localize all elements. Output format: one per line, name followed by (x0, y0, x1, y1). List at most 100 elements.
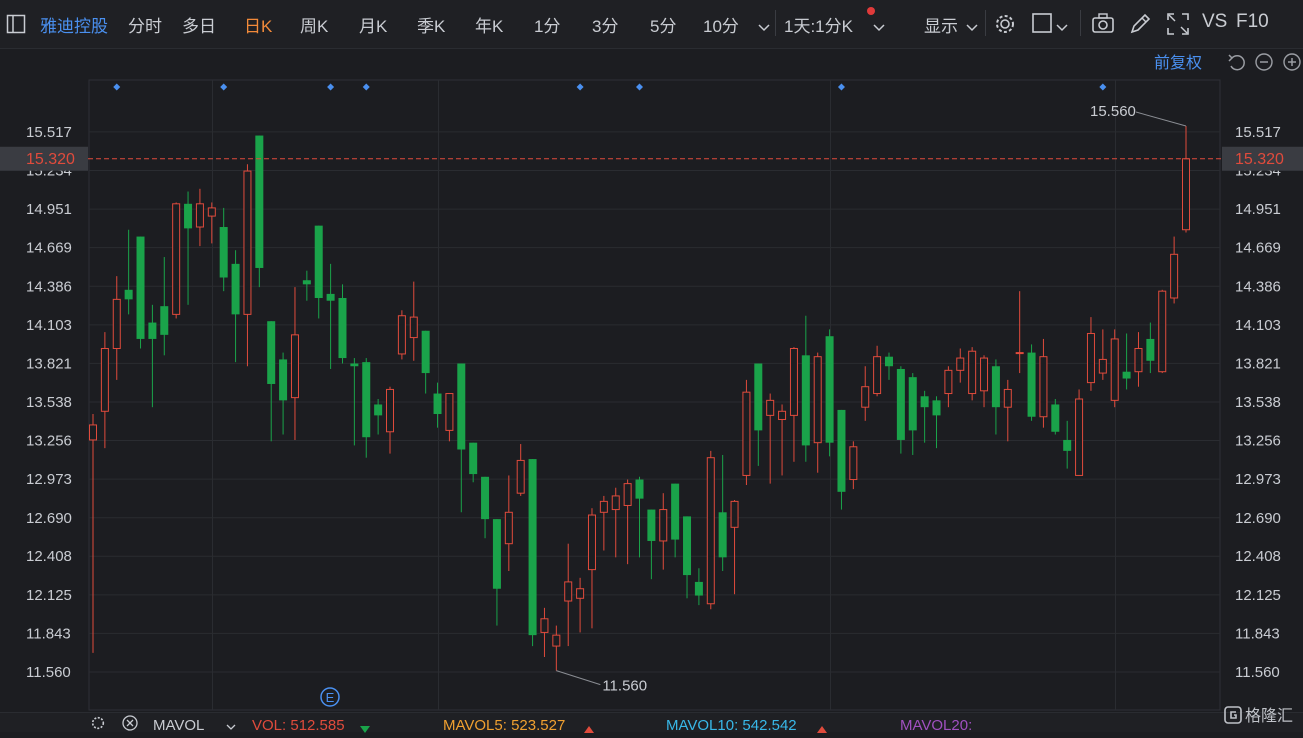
indicator-name[interactable]: MAVOL (153, 717, 204, 734)
price-tick-label-right: 12.973 (1235, 471, 1281, 488)
high-leader-line (1135, 111, 1187, 127)
tab-yearly-k[interactable]: 年K (475, 12, 503, 37)
price-tick-label-right: 13.256 (1235, 432, 1281, 449)
candle-body (1098, 358, 1107, 374)
candle-body (1170, 253, 1179, 299)
price-tick-label-right: 14.386 (1235, 278, 1281, 295)
price-tick-label-left: 14.669 (26, 240, 72, 257)
candle-body (386, 388, 395, 433)
candle-body (136, 236, 145, 339)
candle-body (587, 514, 596, 571)
period-more-chevron-icon[interactable] (758, 19, 770, 37)
tab-10min[interactable]: 10分 (703, 12, 739, 37)
reset-icon[interactable] (1228, 54, 1245, 71)
candle-body (350, 363, 359, 367)
gear-icon[interactable] (993, 12, 1017, 41)
candle-body (778, 410, 787, 420)
price-tick-label-right: 12.408 (1235, 548, 1281, 565)
multi-period-chevron-icon[interactable] (873, 19, 885, 37)
price-tick-label-right: 11.560 (1235, 664, 1280, 681)
f10-button[interactable]: F10 (1236, 11, 1269, 33)
zoom-out-icon[interactable] (1255, 53, 1273, 71)
tab-quarterly-k[interactable]: 季K (417, 12, 445, 37)
sidebar-toggle-icon[interactable] (6, 14, 26, 39)
candle-body (481, 476, 490, 520)
candle-body (1015, 352, 1024, 355)
candle-body (338, 297, 347, 359)
camera-icon[interactable] (1091, 12, 1115, 39)
candle-body (302, 280, 311, 285)
chart-style-chevron-icon[interactable] (1056, 19, 1068, 37)
candle-body (683, 516, 692, 576)
candle-body (980, 357, 989, 392)
event-marker-icon[interactable]: E (320, 687, 340, 707)
vs-compare-button[interactable]: VS (1202, 11, 1227, 33)
chevron-down-icon[interactable] (226, 719, 236, 736)
event-dot (1099, 83, 1107, 91)
candle-body (576, 588, 585, 599)
candle-body (789, 347, 798, 416)
candle-body (623, 483, 632, 506)
multi-period-selector[interactable]: 1天:1分K (784, 12, 853, 37)
price-tick-label-left: 13.821 (26, 355, 72, 372)
candle-body (730, 500, 739, 528)
candle-body (255, 135, 264, 268)
candle-body (1027, 352, 1036, 417)
fullscreen-icon[interactable] (1166, 12, 1190, 41)
volume-indicator-bar: MAVOL VOL: 512.585 MAVOL5: 523.527 MAVOL… (0, 712, 1303, 735)
candlestick-chart[interactable]: 15.517 15.51715.234 15.23414.951 14.95114.6… (0, 48, 1303, 712)
tab-intraday[interactable]: 分时 (128, 12, 162, 37)
price-tick-label-right: 11.843 (1235, 625, 1280, 642)
price-tick-label-left: 12.125 (26, 587, 72, 604)
display-settings-button[interactable]: 显示 (924, 12, 958, 37)
display-chevron-icon[interactable] (966, 19, 978, 37)
tab-5min[interactable]: 5分 (650, 12, 676, 37)
stock-name[interactable]: 雅迪控股 (40, 12, 108, 37)
price-tick-label-left: 15.517 (26, 124, 72, 141)
candle-body (932, 400, 941, 416)
candle-body (374, 404, 383, 416)
tab-multi-day[interactable]: 多日 (182, 12, 216, 37)
candle-body (1039, 356, 1048, 418)
zoom-in-icon[interactable] (1283, 53, 1301, 71)
candle-body (873, 356, 882, 395)
candle-body (433, 393, 442, 415)
candle-body (801, 355, 810, 446)
pencil-icon[interactable] (1128, 12, 1152, 41)
candle-body (659, 509, 668, 542)
candle-body (219, 227, 228, 278)
current-price-label-left: 15.320 (26, 151, 75, 168)
candle-body (528, 459, 537, 636)
close-icon[interactable] (122, 715, 138, 735)
tab-monthly-k[interactable]: 月K (359, 12, 387, 37)
candle-body (920, 396, 929, 408)
price-tick-label-right: 15.517 (1235, 124, 1281, 141)
event-marker-label: E (326, 690, 335, 705)
event-dot (576, 83, 584, 91)
gear-icon[interactable] (90, 715, 106, 735)
candles-layer (89, 126, 1190, 671)
candle-body (1075, 398, 1084, 476)
candle-body (314, 225, 323, 298)
tab-weekly-k[interactable]: 周K (300, 12, 328, 37)
tab-1min[interactable]: 1分 (534, 12, 560, 37)
price-tick-label-right: 14.951 (1235, 201, 1281, 218)
tab-daily-k[interactable]: 日K (244, 12, 272, 37)
candle-body (1134, 347, 1143, 373)
tab-3min[interactable]: 3分 (592, 12, 618, 37)
candle-body (635, 479, 644, 499)
candle-body (564, 581, 573, 602)
candle-body (908, 377, 917, 431)
candle-body (195, 203, 204, 228)
chart-grid: 15.517 15.51715.234 15.23414.951 14.95114.6… (26, 79, 1281, 711)
candle-body (837, 409, 846, 492)
event-dot (113, 83, 121, 91)
candle-body (457, 363, 466, 450)
notification-dot-icon (866, 3, 876, 21)
price-tick-label-left: 14.951 (26, 201, 72, 218)
candle-body (421, 330, 430, 374)
price-tick-label-left: 13.256 (26, 432, 72, 449)
candle-body (290, 334, 299, 399)
chart-style-icon[interactable] (1031, 12, 1053, 39)
adjust-mode-button[interactable]: 前复权 (1154, 54, 1202, 72)
